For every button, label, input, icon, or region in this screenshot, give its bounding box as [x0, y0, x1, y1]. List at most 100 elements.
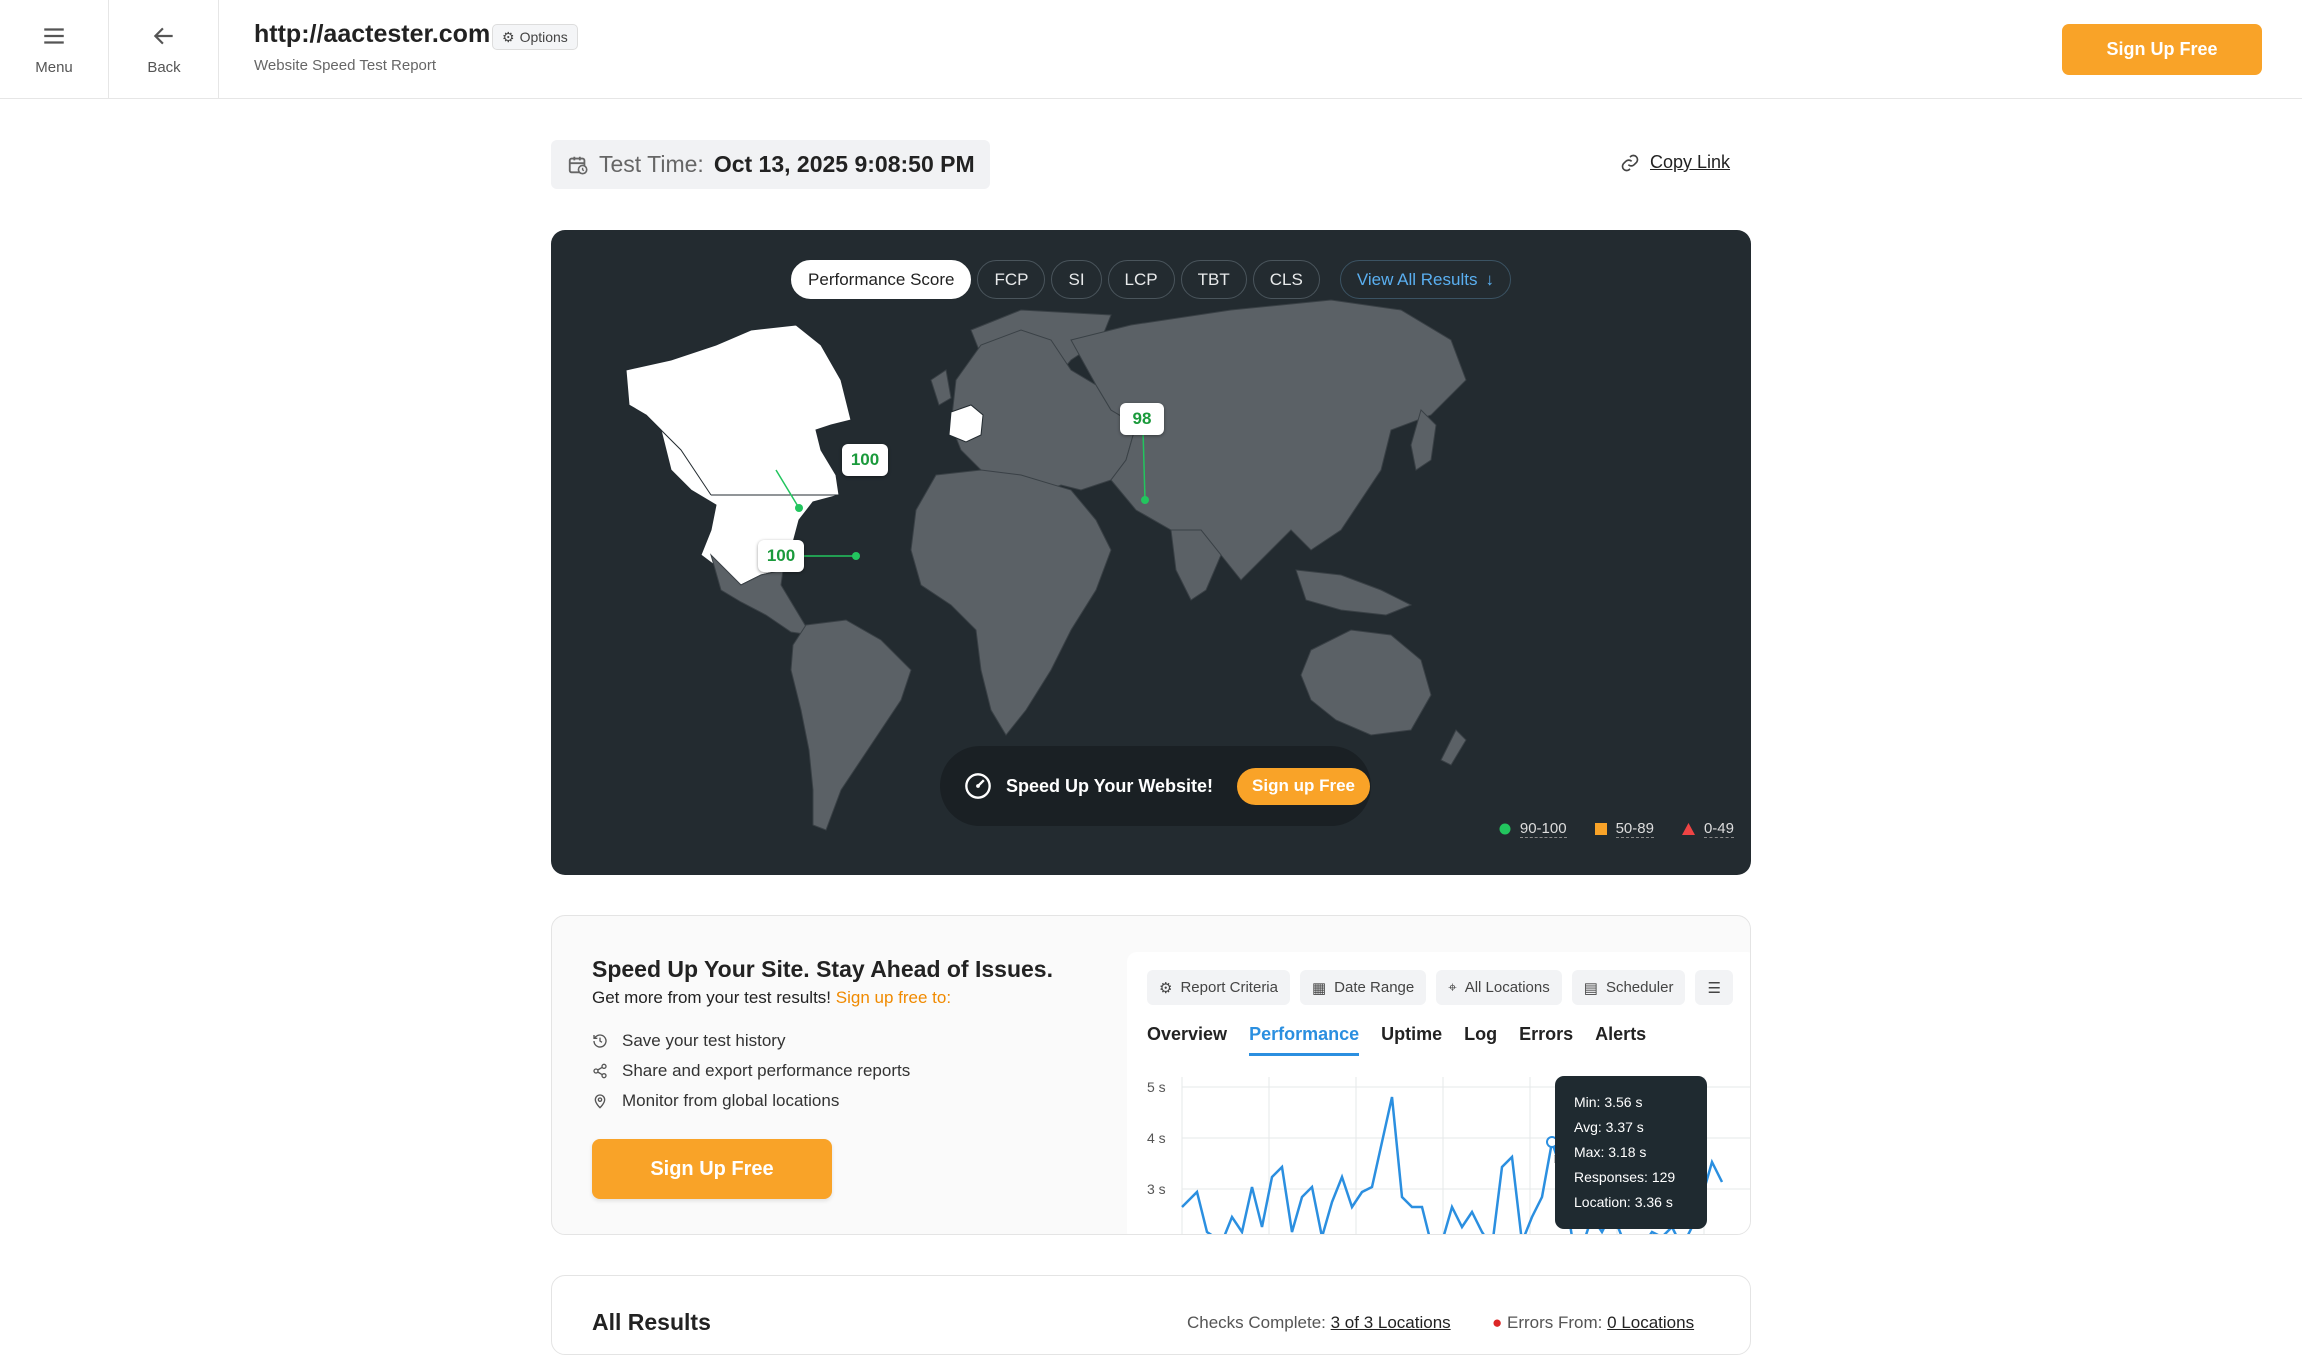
- tooltip-location: Location: 3.36 s: [1574, 1194, 1673, 1210]
- map-region-australia: [1300, 629, 1432, 736]
- test-time-value: Oct 13, 2025 9:08:50 PM: [713, 151, 975, 177]
- preview-tab-errors: Errors: [1519, 1024, 1574, 1044]
- page-subtitle: Website Speed Test Report: [254, 57, 437, 74]
- legend-item-average: 50-89: [1594, 820, 1654, 838]
- map-region-france[interactable]: [948, 404, 984, 443]
- all-results-card: All Results Checks Complete: 3 of 3 Loca…: [551, 1275, 1751, 1355]
- tab-performance-score[interactable]: Performance Score: [791, 260, 972, 299]
- feature-text: Share and export performance reports: [622, 1061, 911, 1080]
- errors-from: ● Errors From: 0 Locations: [1492, 1313, 1694, 1333]
- preview-tab-performance: Performance: [1249, 1024, 1360, 1056]
- tab-tbt[interactable]: TBT: [1180, 260, 1247, 299]
- pin-dot-europe: [1141, 496, 1149, 504]
- location-pin-icon: [594, 1094, 606, 1109]
- view-all-label: View All Results: [1356, 269, 1478, 289]
- chip-all-locations: ⌖ All Locations: [1436, 970, 1562, 1005]
- menu-label: Menu: [35, 59, 73, 76]
- square-icon: [1594, 823, 1607, 835]
- all-results-title: All Results: [592, 1309, 711, 1335]
- speedup-signup-button[interactable]: Sign up Free: [1237, 767, 1371, 805]
- list-item: Share and export performance reports: [592, 1056, 910, 1086]
- preview-tabs: Overview Performance Uptime Log Errors A…: [1147, 1024, 1646, 1056]
- sliders-icon: ☰: [1707, 979, 1721, 997]
- tab-si[interactable]: SI: [1051, 260, 1102, 299]
- view-all-results-button[interactable]: View All Results ↓: [1339, 260, 1511, 299]
- calendar-clock-icon: [568, 156, 588, 175]
- chart-tooltip: Min: 3.56 s Avg: 3.37 s Max: 3.18 s Resp…: [1555, 1076, 1707, 1229]
- speedup-text: Speed Up Your Website!: [1006, 775, 1214, 796]
- speedup-banner: Speed Up Your Website! Sign up Free: [940, 746, 1371, 826]
- feature-text: Save your test history: [622, 1031, 786, 1050]
- score-pin-europe[interactable]: 98: [1120, 403, 1164, 435]
- calendar-icon: ▦: [1311, 979, 1327, 997]
- promo-signup-button[interactable]: Sign Up Free: [592, 1139, 832, 1199]
- feature-text: Monitor from global locations: [622, 1091, 840, 1110]
- chip-label: Date Range: [1334, 979, 1415, 996]
- circle-icon: [1499, 823, 1511, 835]
- tooltip-responses: Responses: 129: [1574, 1169, 1676, 1185]
- signup-button[interactable]: Sign Up Free: [2062, 24, 2262, 75]
- chip-date-range: ▦ Date Range: [1299, 970, 1427, 1005]
- map-region-south-america: [790, 619, 912, 831]
- checks-label: Checks Complete:: [1187, 1313, 1326, 1332]
- y-tick-2s: 2 s: [1147, 1232, 1166, 1235]
- world-map-card: Performance Score FCP SI LCP TBT CLS Vie…: [551, 230, 1751, 875]
- arrow-left-icon: [153, 27, 173, 45]
- legend-item-good: 90-100: [1499, 820, 1567, 838]
- site-url-title: http://aactester.com: [254, 20, 491, 48]
- history-icon: [593, 1034, 607, 1048]
- legend-item-poor: 0-49: [1681, 820, 1734, 838]
- promo-subtitle-text: Get more from your test results!: [592, 988, 832, 1007]
- promo-title: Speed Up Your Site. Stay Ahead of Issues…: [592, 956, 1053, 982]
- errors-value[interactable]: 0 Locations: [1607, 1313, 1694, 1332]
- score-legend: 90-100 50-89 0-49: [1499, 820, 1734, 838]
- pin-dot-us: [852, 552, 860, 560]
- score-pin-canada[interactable]: 100: [842, 444, 888, 476]
- options-label: Options: [519, 29, 568, 45]
- promo-feature-list: Save your test history Share and export …: [592, 1026, 910, 1116]
- legend-label-average: 50-89: [1615, 820, 1654, 838]
- share-icon: [593, 1063, 607, 1079]
- pin-dot-canada: [795, 504, 803, 512]
- list-item: Monitor from global locations: [592, 1086, 910, 1116]
- test-time-label: Test Time:: [599, 151, 704, 177]
- map-region-africa: [910, 469, 1112, 736]
- calendar-clock-icon: ▤: [1583, 979, 1598, 997]
- top-bar: Menu Back http://aactester.com ⚙ Options…: [0, 0, 2302, 99]
- promo-signup-link[interactable]: Sign up free to:: [836, 988, 951, 1007]
- legend-label-poor: 0-49: [1703, 820, 1734, 838]
- chip-report-criteria: ⚙ Report Criteria: [1147, 970, 1290, 1005]
- test-time: Test Time: Oct 13, 2025 9:08:50 PM: [551, 140, 990, 189]
- score-pin-us[interactable]: 100: [758, 540, 804, 572]
- preview-tab-overview: Overview: [1147, 1024, 1228, 1044]
- back-label: Back: [147, 59, 181, 76]
- preview-tab-uptime: Uptime: [1381, 1024, 1443, 1044]
- tab-fcp[interactable]: FCP: [977, 260, 1046, 299]
- chip-label: All Locations: [1464, 979, 1550, 996]
- tab-cls[interactable]: CLS: [1252, 260, 1320, 299]
- tooltip-avg: Avg: 3.37 s: [1574, 1119, 1644, 1135]
- chip-scheduler: ▤ Scheduler: [1571, 970, 1686, 1005]
- preview-tab-alerts: Alerts: [1595, 1024, 1647, 1044]
- gear-icon: ⚙: [502, 28, 515, 45]
- checks-value[interactable]: 3 of 3 Locations: [1331, 1313, 1451, 1332]
- map-region-north-america[interactable]: [625, 324, 852, 586]
- promo-subtitle: Get more from your test results! Sign up…: [592, 988, 951, 1008]
- chip-label: Report Criteria: [1180, 979, 1278, 996]
- triangle-icon: [1681, 823, 1695, 835]
- preview-tab-log: Log: [1464, 1024, 1498, 1044]
- tooltip-min: Min: 3.56 s: [1574, 1094, 1643, 1110]
- checks-complete: Checks Complete: 3 of 3 Locations: [1187, 1313, 1451, 1333]
- y-tick-4s: 4 s: [1147, 1130, 1166, 1146]
- tab-lcp[interactable]: LCP: [1107, 260, 1175, 299]
- back-button[interactable]: Back: [110, 0, 219, 99]
- list-item: Save your test history: [592, 1026, 910, 1056]
- copy-link-label: Copy Link: [1650, 152, 1731, 172]
- options-button[interactable]: ⚙ Options: [492, 24, 578, 50]
- copy-link[interactable]: Copy Link: [1620, 152, 1730, 173]
- legend-label-good: 90-100: [1519, 820, 1567, 838]
- menu-button[interactable]: Menu: [0, 0, 109, 99]
- link-icon: [1621, 154, 1639, 171]
- tooltip-max: Max: 3.18 s: [1574, 1144, 1647, 1160]
- preview-filter-chips: ⚙ Report Criteria ▦ Date Range ⌖ All Locati…: [1147, 970, 1733, 1005]
